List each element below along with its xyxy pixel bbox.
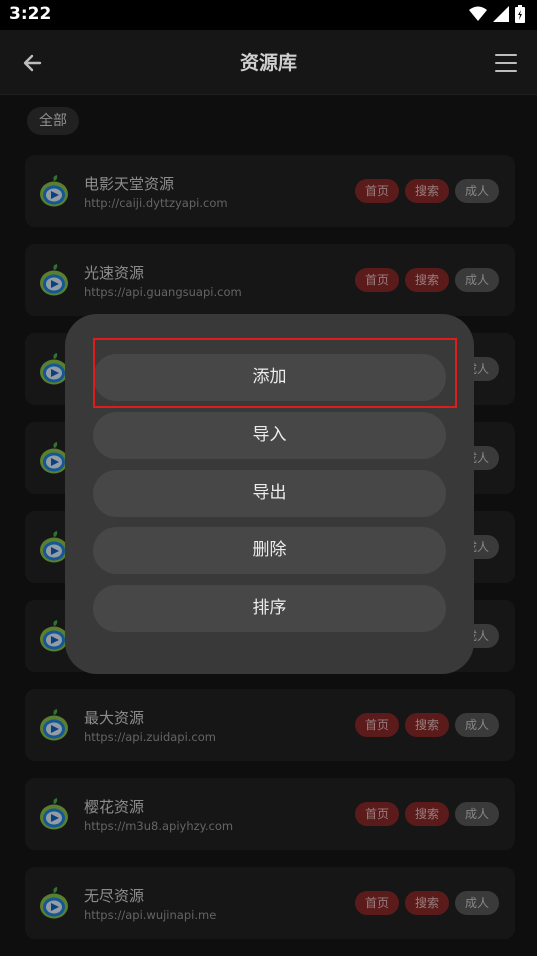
import-button[interactable]: 导入 <box>93 412 446 459</box>
status-bar: 3:22 <box>0 0 537 30</box>
delete-button[interactable]: 删除 <box>93 527 446 574</box>
signal-icon <box>493 6 509 22</box>
app-bar: 资源库 <box>0 30 537 94</box>
export-button[interactable]: 导出 <box>93 470 446 517</box>
sort-button[interactable]: 排序 <box>93 585 446 632</box>
status-time: 3:22 <box>9 4 52 24</box>
wifi-icon <box>469 6 487 21</box>
add-button-highlight <box>93 338 457 408</box>
battery-icon <box>515 5 525 23</box>
page-title: 资源库 <box>239 52 297 74</box>
menu-icon[interactable] <box>491 48 521 78</box>
status-icons <box>469 5 525 23</box>
